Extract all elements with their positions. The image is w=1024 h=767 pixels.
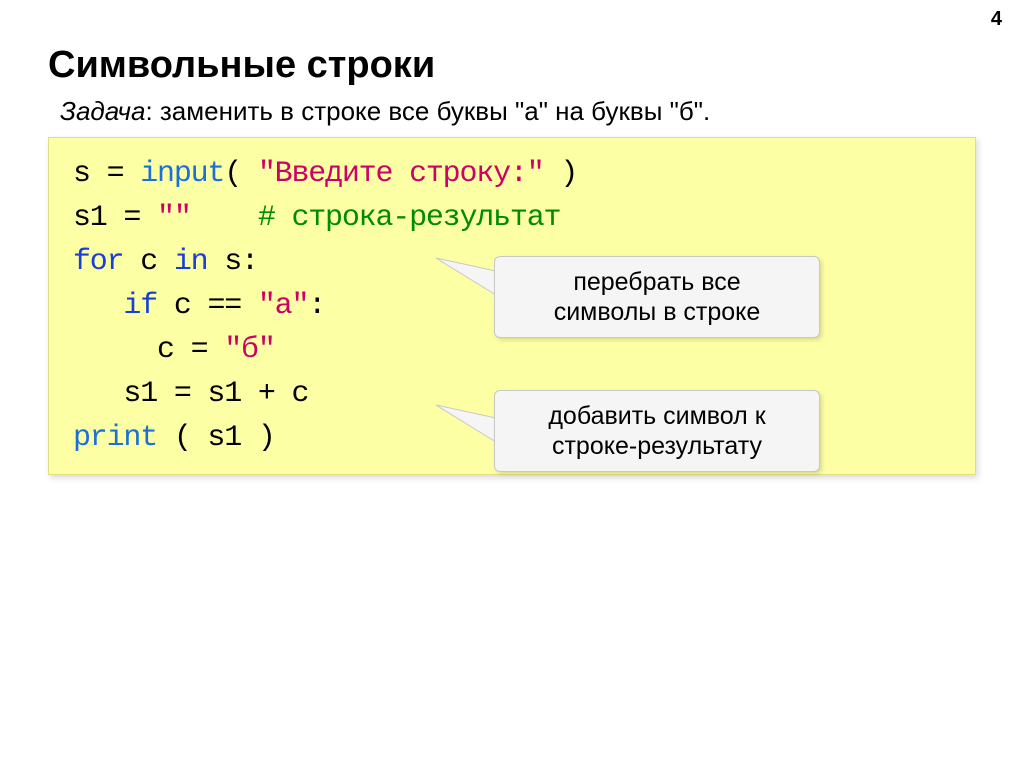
- callout-2-line-2: строке-результату: [513, 431, 801, 461]
- code-line-2: s1 = "" # строка-результат: [73, 196, 951, 240]
- callout-1-line-2: символы в строке: [513, 297, 801, 327]
- callout-2: добавить символ к строке-результату: [494, 390, 820, 472]
- callout-1-line-1: перебрать все: [513, 267, 801, 297]
- task-rest: : заменить в строке все буквы "а" на бук…: [145, 96, 710, 126]
- page-number: 4: [991, 8, 1002, 31]
- callout-1: перебрать все символы в строке: [494, 256, 820, 338]
- callout-2-line-1: добавить символ к: [513, 401, 801, 431]
- code-line-1: s = input( "Введите строку:" ): [73, 152, 951, 196]
- task-text: Задача: заменить в строке все буквы "а" …: [60, 96, 710, 127]
- task-label: Задача: [60, 96, 145, 126]
- page-title: Символьные строки: [48, 44, 435, 87]
